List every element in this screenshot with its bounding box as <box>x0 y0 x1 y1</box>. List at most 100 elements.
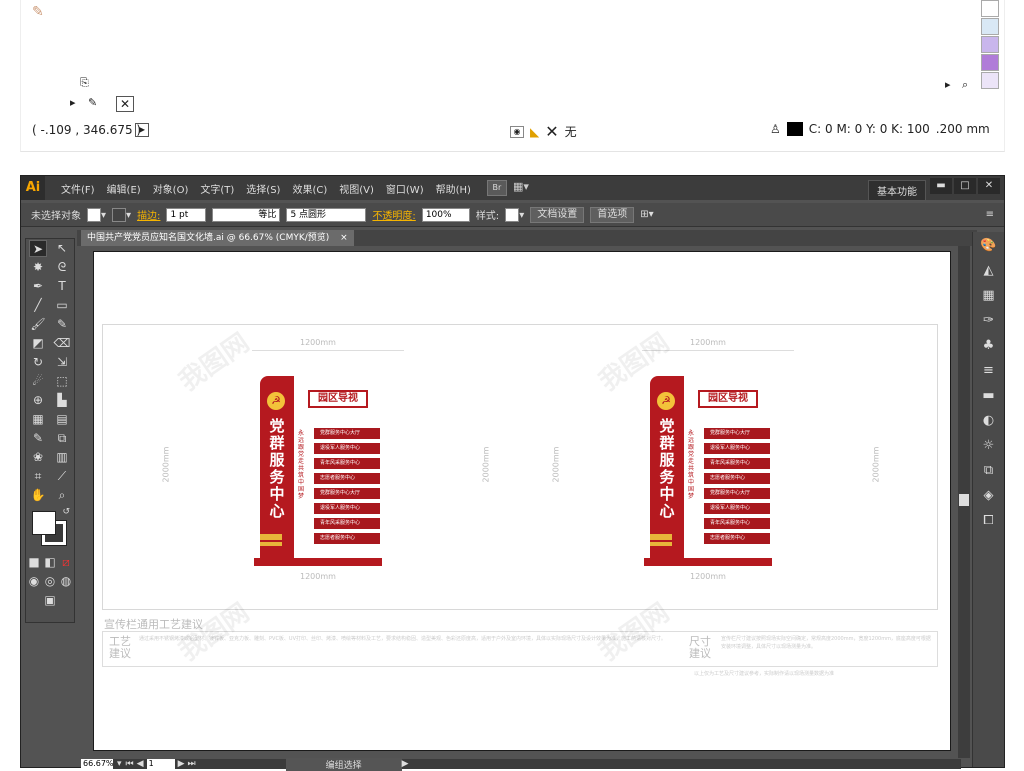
perspective-grid-tool-icon[interactable]: ▙ <box>53 392 71 409</box>
swatch[interactable] <box>981 0 999 17</box>
none-icon[interactable]: ✕ <box>545 122 558 141</box>
document-icon[interactable]: ⎘ <box>80 76 89 90</box>
stroke-width-field[interactable]: 1 pt <box>166 207 207 222</box>
type-tool-icon[interactable]: T <box>53 278 71 295</box>
arrow-icon[interactable]: ▸ <box>945 78 951 91</box>
menu-select[interactable]: 选择(S) <box>240 181 286 196</box>
fill-color-box[interactable] <box>32 511 56 535</box>
panel-menu-icon[interactable]: ≡ <box>986 209 994 220</box>
eyedropper-small-icon[interactable]: ✎ <box>88 96 97 109</box>
none-mode-icon[interactable]: ⧄ <box>58 554 74 571</box>
document-tab[interactable]: 中国共产党党员应知名国文化墙.ai @ 66.67% (CMYK/预览) × <box>81 230 354 246</box>
stroke-panel-icon[interactable]: ≡ <box>976 360 1002 382</box>
column-graph-tool-icon[interactable]: ▥ <box>53 449 71 466</box>
stroke-profile-select[interactable]: 等比 <box>212 207 281 222</box>
fill-swatch[interactable] <box>87 207 101 222</box>
arrange-icon[interactable]: ⊞▾ <box>640 209 653 220</box>
brush-select[interactable]: 5 点圆形 <box>286 207 367 222</box>
blob-brush-tool-icon[interactable]: ◩ <box>29 335 47 352</box>
vertical-scrollbar[interactable] <box>958 246 970 758</box>
status-mode[interactable]: 编组选择 <box>285 757 402 771</box>
paint-bucket-icon[interactable]: ◣ <box>530 125 539 139</box>
stroke-label[interactable]: 描边: <box>137 207 160 222</box>
shape-builder-tool-icon[interactable]: ⊕ <box>29 392 47 409</box>
zoom-icon[interactable]: ⌕ <box>962 78 968 92</box>
hand-tool-icon[interactable]: ✋ <box>29 487 47 504</box>
transparency-icon[interactable]: ◐ <box>976 410 1002 432</box>
menu-object[interactable]: 对象(O) <box>147 181 195 196</box>
swatch[interactable] <box>981 18 999 35</box>
arrow-right-icon[interactable]: ▸ <box>70 96 76 109</box>
symbols-icon[interactable]: ♣ <box>976 335 1002 357</box>
warp-tool-icon[interactable]: ☄ <box>29 373 47 390</box>
tab-close-icon[interactable]: × <box>340 233 348 243</box>
eyedropper-tool-icon[interactable]: ✎ <box>29 430 47 447</box>
opacity-label[interactable]: 不透明度: <box>372 207 415 222</box>
brushes-icon[interactable]: ✑ <box>976 310 1002 332</box>
direct-selection-tool-icon[interactable]: ↖ <box>53 240 71 257</box>
gradient-tool-icon[interactable]: ▤ <box>53 411 71 428</box>
arrange-documents-icon[interactable]: ▦▾ <box>513 180 537 196</box>
gradient-panel-icon[interactable]: ▬ <box>976 385 1002 407</box>
magic-wand-tool-icon[interactable]: ✸ <box>29 259 47 276</box>
menu-window[interactable]: 窗口(W) <box>380 181 430 196</box>
artboards-icon[interactable]: ⧠ <box>976 510 1002 532</box>
blend-tool-icon[interactable]: ⧉ <box>53 430 71 447</box>
swap-colors-icon[interactable]: ↺ <box>62 507 70 517</box>
color-swatch-black[interactable] <box>786 122 803 136</box>
scale-tool-icon[interactable]: ⇲ <box>53 354 71 371</box>
menu-file[interactable]: 文件(F) <box>55 181 101 196</box>
menu-edit[interactable]: 编辑(E) <box>101 181 147 196</box>
rectangle-tool-icon[interactable]: ▭ <box>53 297 71 314</box>
canvas-area[interactable]: 1200mm 2000mm 2000mm ☭ 党群服务中心 园区导视 永远跟党走… <box>83 248 963 756</box>
scroll-thumb[interactable] <box>959 494 969 506</box>
draw-normal-icon[interactable]: ◉ <box>26 573 42 590</box>
menu-view[interactable]: 视图(V) <box>333 181 380 196</box>
menu-effect[interactable]: 效果(C) <box>286 181 333 196</box>
signboard-right[interactable]: 1200mm 2000mm 2000mm ☭ 党群服务中心 园区导视 永远跟党走… <box>544 336 880 616</box>
preferences-button[interactable]: 首选项 <box>590 206 635 223</box>
screen-mode-icon[interactable]: ▣ <box>41 592 59 609</box>
eyedropper-icon[interactable]: ✎ <box>32 4 44 20</box>
menu-type[interactable]: 文字(T) <box>194 181 240 196</box>
menu-help[interactable]: 帮助(H) <box>430 181 477 196</box>
draw-behind-icon[interactable]: ◎ <box>42 573 58 590</box>
document-setup-button[interactable]: 文档设置 <box>530 206 585 223</box>
free-transform-tool-icon[interactable]: ⬚ <box>53 373 71 390</box>
line-tool-icon[interactable]: ╱ <box>29 297 47 314</box>
stroke-swatch[interactable] <box>112 207 127 222</box>
layers-icon[interactable]: ◈ <box>976 485 1002 507</box>
swatches-icon[interactable]: ▦ <box>976 285 1002 307</box>
signboard-left[interactable]: 1200mm 2000mm 2000mm ☭ 党群服务中心 园区导视 永远跟党走… <box>154 336 490 616</box>
maximize-button[interactable]: □ <box>954 178 976 194</box>
graphic-styles-icon[interactable]: ⧉ <box>976 460 1002 482</box>
appearance-icon[interactable]: ☼ <box>976 435 1002 457</box>
play-icon[interactable]: ▶ <box>135 123 149 137</box>
bridge-button[interactable]: Br <box>486 180 507 196</box>
lasso-tool-icon[interactable]: ᘓ <box>53 259 71 276</box>
color-mode-icon[interactable]: ■ <box>26 554 42 571</box>
eraser-tool-icon[interactable]: ⌫ <box>53 335 71 352</box>
symbol-sprayer-tool-icon[interactable]: ❀ <box>29 449 47 466</box>
artboard-tool-icon[interactable]: ⌗ <box>29 468 47 485</box>
gradient-mode-icon[interactable]: ◧ <box>42 554 58 571</box>
artboard[interactable]: 1200mm 2000mm 2000mm ☭ 党群服务中心 园区导视 永远跟党走… <box>93 251 951 751</box>
swatch[interactable] <box>981 54 999 71</box>
slice-tool-icon[interactable]: ⟋ <box>53 468 71 485</box>
color-guide-icon[interactable]: ◭ <box>976 260 1002 282</box>
none-swatch-icon[interactable]: ✕ <box>116 96 134 112</box>
pencil-tool-icon[interactable]: ✎ <box>53 316 71 333</box>
workspace-switcher[interactable]: 基本功能 <box>868 180 926 201</box>
swatch[interactable] <box>981 36 999 53</box>
style-swatch[interactable] <box>505 207 520 222</box>
close-button[interactable]: ✕ <box>978 178 1000 194</box>
minimize-button[interactable]: ▬ <box>930 178 952 194</box>
rotate-tool-icon[interactable]: ↻ <box>29 354 47 371</box>
mesh-tool-icon[interactable]: ▦ <box>29 411 47 428</box>
zoom-tool-icon[interactable]: ⌕ <box>53 487 71 504</box>
selection-tool-icon[interactable]: ➤ <box>29 240 47 257</box>
color-panel-icon[interactable]: 🎨 <box>976 235 1002 257</box>
swatch[interactable] <box>981 72 999 89</box>
pen-tool-icon[interactable]: ✒ <box>29 278 47 295</box>
draw-inside-icon[interactable]: ◍ <box>58 573 74 590</box>
